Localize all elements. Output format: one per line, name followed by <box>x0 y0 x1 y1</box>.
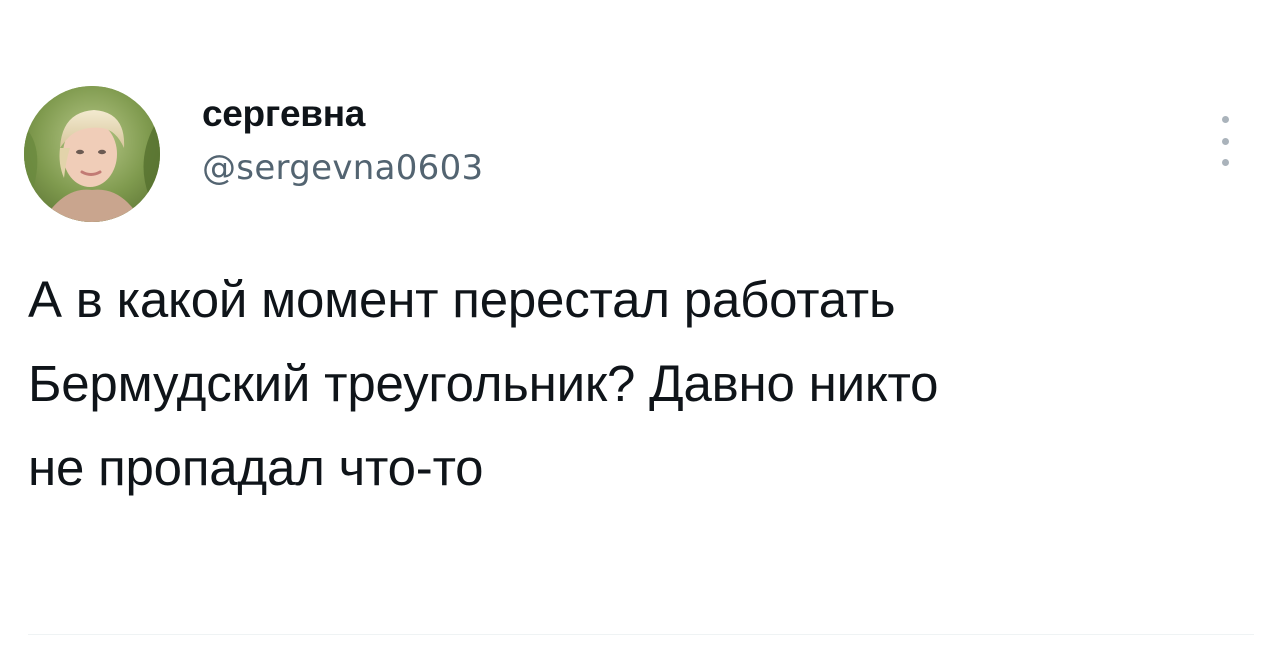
vertical-ellipsis-icon-dot <box>1221 159 1229 166</box>
avatar-photo-icon <box>24 86 160 222</box>
vertical-ellipsis-icon <box>1221 116 1229 123</box>
tweet-text-line: не пропадал что-то <box>28 439 484 496</box>
author-info[interactable]: сергевна @sergevna0603 <box>202 92 483 188</box>
more-options-button[interactable] <box>1208 116 1242 166</box>
author-display-name[interactable]: сергевна <box>202 92 483 136</box>
author-handle[interactable]: @sergevna0603 <box>202 148 483 188</box>
author-avatar[interactable] <box>24 86 160 222</box>
tweet-text-line: Бермудский треугольник? Давно никто <box>28 355 939 412</box>
divider <box>28 634 1254 635</box>
tweet-text: А в какой момент перестал работать Берму… <box>28 258 1258 510</box>
vertical-ellipsis-icon-dot <box>1221 137 1229 145</box>
tweet-text-line: А в какой момент перестал работать <box>28 271 896 328</box>
tweet-card: сергевна @sergevna0603 А в какой момент … <box>0 0 1280 650</box>
